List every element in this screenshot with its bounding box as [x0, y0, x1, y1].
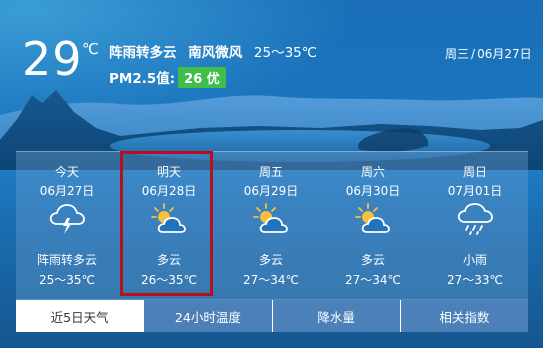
forecast-condition: 小雨: [462, 253, 487, 267]
current-summary: 阵雨转多云 南风微风 25～35℃: [109, 41, 324, 61]
forecast-temp-range: 27～33℃: [446, 273, 504, 287]
forecast-day-date: 06月27日: [39, 184, 95, 198]
tab-5-day-weather[interactable]: 近5日天气: [16, 300, 144, 332]
current-condition: 阵雨转多云: [109, 45, 177, 61]
partly-cloudy-icon: [355, 203, 390, 233]
partly-cloudy-icon: [253, 203, 288, 233]
forecast-day-today[interactable]: 今天 06月27日 阵雨转多云 25～35℃: [16, 152, 118, 300]
tab-precipitation[interactable]: 降水量: [271, 300, 400, 332]
thunderstorm-icon: [49, 204, 85, 234]
forecast-day-date: 06月30日: [345, 184, 401, 198]
forecast-temp-range: 27～34℃: [344, 273, 402, 287]
forecast-day-name: 周五: [258, 165, 283, 179]
date-label: 06月27日: [477, 47, 532, 61]
weekday-label: 周三: [445, 47, 470, 61]
forecast-day-name: 周日: [462, 165, 487, 179]
temperature-unit: ℃: [82, 40, 99, 58]
forecast-day-name: 周六: [360, 165, 385, 179]
forecast-condition: 阵雨转多云: [36, 253, 97, 267]
current-temp-range: 25～35℃: [253, 45, 317, 61]
pm25-label: PM2.5值:: [109, 71, 176, 87]
current-temperature: 29: [22, 32, 83, 86]
tab-related-indices[interactable]: 相关指数: [399, 300, 528, 332]
weather-widget: 29 ℃ 阵雨转多云 南风微风 25～35℃ PM2.5值: 26 优 周三/06…: [0, 0, 543, 348]
air-quality: PM2.5值: 26 优: [109, 67, 226, 88]
aqi-badge: 26 优: [178, 67, 226, 88]
light-rain-icon: [457, 203, 493, 235]
current-wind: 南风微风: [188, 45, 243, 61]
forecast-day-friday[interactable]: 周五 06月29日 多云 27～34℃: [220, 152, 322, 300]
forecast-panel: 今天 06月27日 阵雨转多云 25～35℃ 明天 06月28日 多云 26～3…: [16, 151, 528, 300]
current-date: 周三/06月27日: [445, 47, 532, 61]
forecast-day-saturday[interactable]: 周六 06月30日 多云 27～34℃: [322, 152, 424, 300]
forecast-day-name: 今天: [54, 165, 79, 179]
forecast-condition: 多云: [258, 253, 283, 267]
forecast-temp-range: 25～35℃: [38, 273, 96, 287]
tab-24-hour-temperature[interactable]: 24小时温度: [143, 300, 272, 332]
forecast-temp-range: 27～34℃: [242, 273, 300, 287]
forecast-condition: 多云: [360, 253, 385, 267]
forecast-day-date: 07月01日: [447, 184, 503, 198]
forecast-day-date: 06月29日: [243, 184, 299, 198]
forecast-day-sunday[interactable]: 周日 07月01日 小雨 27～33℃: [424, 152, 526, 300]
view-tabs: 近5日天气 24小时温度 降水量 相关指数: [16, 299, 528, 332]
selection-highlight-box: [120, 151, 213, 296]
